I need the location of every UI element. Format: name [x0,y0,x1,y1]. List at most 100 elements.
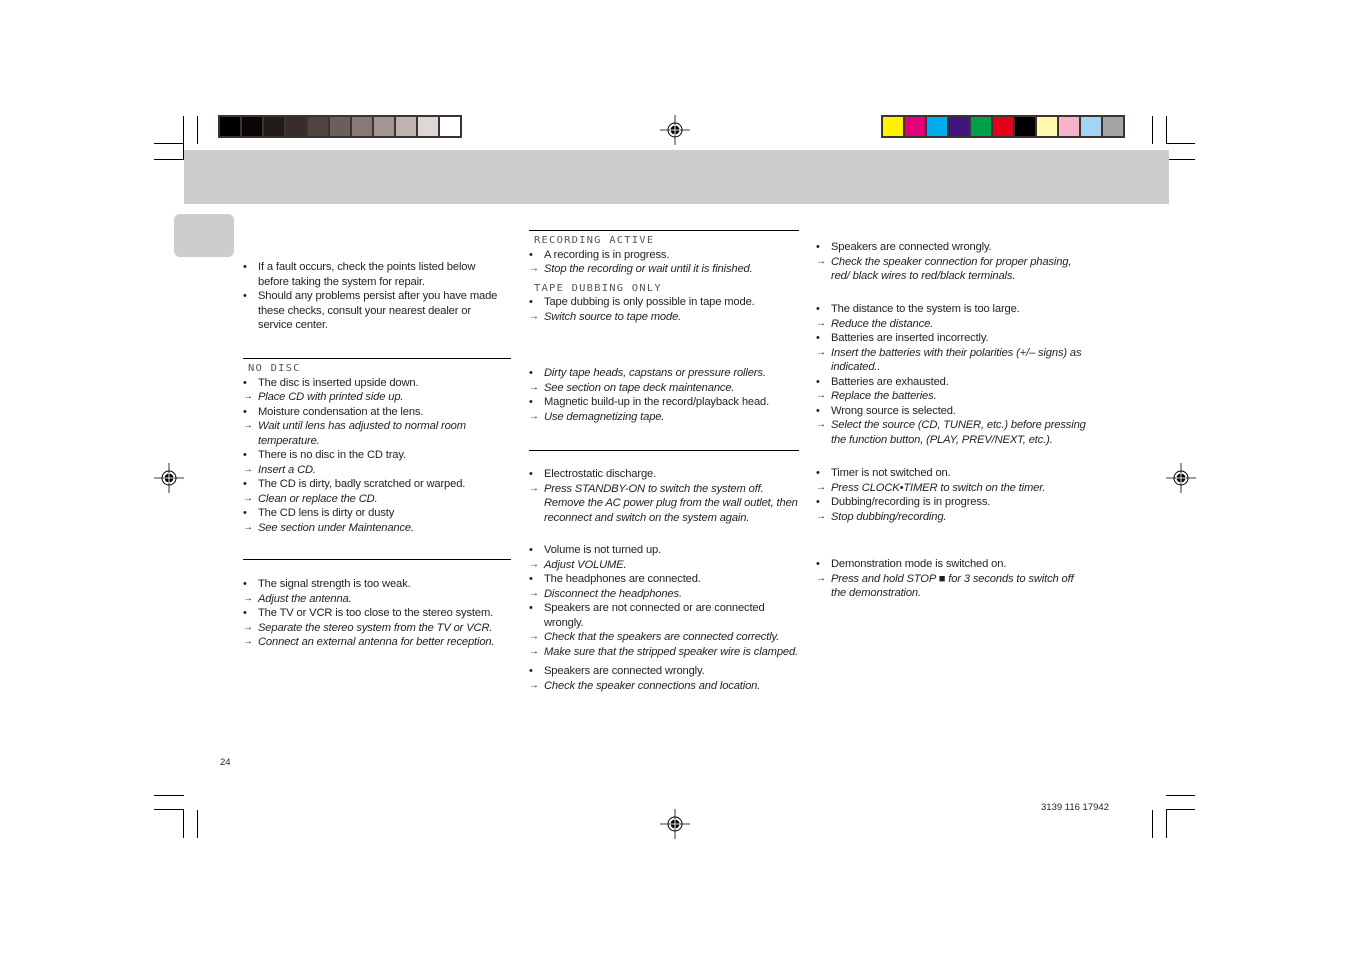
color-swatch-0 [883,117,903,136]
document-code: 3139 116 17942 [1041,802,1109,813]
arrow-icon: → [816,572,826,584]
problem-item: • Batteries are exhausted. [816,375,1088,390]
bullet-icon: • [816,375,820,388]
crop-mark-tr-v1 [1152,116,1153,144]
crop-mark-bl-h1 [154,795,184,796]
problem-item: • Magnetic build-up in the record/playbac… [529,395,799,410]
gray-swatch-1 [242,117,262,136]
problem-text: The disc is inserted upside down. [258,376,419,389]
problem-item: • If a fault occurs, check the points lis… [243,260,508,289]
problem-text: Should any problems persist after you ha… [258,290,498,331]
problem-text: Electrostatic discharge. [544,468,657,480]
solution-item: → Insert a CD. [243,463,511,478]
section-radio: • The signal strength is too weak. → Adjust… [243,559,511,650]
crop-mark-tl-v2 [197,116,198,144]
bullet-icon: • [816,404,820,417]
problem-item: • Batteries are inserted incorrectly. [816,331,1088,346]
solution-item: → Check the speaker connections and locat… [529,679,799,694]
color-swatch-5 [993,117,1013,136]
page-number: 24 [220,757,231,768]
arrow-icon: → [243,521,253,533]
problem-text: The distance to the system is too large. [831,303,1020,315]
bullet-icon: • [529,367,533,379]
solution-text: Connect an external antenna for better r… [258,636,495,648]
color-swatch-10 [1103,117,1123,136]
bullet-icon: • [529,396,533,408]
solution-text: Adjust VOLUME. [544,558,627,571]
solution-item: → See section under Maintenance. [243,521,511,536]
gray-swatch-3 [286,117,306,136]
bullet-icon: • [816,332,820,344]
arrow-icon: → [816,419,826,430]
registration-mark-right-icon [1166,463,1196,493]
section-recording: RECORDING ACTIVE • A recording is in prog… [529,230,799,324]
color-swatch-7 [1037,117,1057,136]
problem-item: • Timer is not switched on. [816,466,1088,481]
solution-item: → Separate the stereo system from the TV … [243,621,511,636]
problem-text: The TV or VCR is too close to the stereo… [258,607,494,619]
problem-item: • Wrong source is selected. [816,404,1088,419]
solution-text: Clean or replace the CD. [258,492,378,505]
arrow-icon: → [243,592,253,604]
solution-text: Separate the stereo system from the TV o… [258,621,493,634]
bullet-icon: • [816,558,820,570]
problem-item: • Moisture condensation at the lens. [243,405,511,420]
problem-text: The CD is dirty, badly scratched or warp… [258,478,466,490]
crop-mark-tr-v2 [1166,116,1167,144]
problem-text: Demonstration mode is switched on. [831,558,1007,570]
no-sound-issues-list: • Volume is not turned up. → Adjust VOLUME.… [529,543,804,659]
crop-mark-br-h2 [1166,809,1195,810]
solution-item: → Replace the batteries. [816,389,1088,404]
solution-item: → Press and hold STOP ■ for 3 seconds to … [816,572,1088,601]
problem-text: Batteries are exhausted. [831,375,949,388]
problem-text: Dubbing/recording is in progress. [831,496,991,508]
gray-swatch-4 [308,117,328,136]
problem-text: Timer is not switched on. [831,467,951,479]
cd-issues-list: • The disc is inserted upside down. → Place… [243,376,511,536]
solution-text: Insert a CD. [258,463,316,476]
bullet-icon: • [243,261,247,273]
problem-item: • The CD is dirty, badly scratched or war… [243,477,511,492]
solution-item: → Switch source to tape mode. [529,310,799,325]
intro-list: • If a fault occurs, check the points lis… [243,260,508,333]
problem-item: • There is no disc in the CD tray. [243,448,511,463]
section-demo: • Demonstration mode is switched on. → Pres… [816,557,1088,601]
crop-mark-br-v1 [1152,810,1153,838]
intro-section: • If a fault occurs, check the points lis… [243,260,508,333]
problem-item: • Demonstration mode is switched on. [816,557,1088,572]
problem-text: Wrong source is selected. [831,404,956,417]
crop-mark-br-h1 [1166,795,1195,796]
solution-text: Use demagnetizing tape. [544,410,665,423]
solution-item: → Stop the recording or wait until it is … [529,262,799,277]
section-remote: • The distance to the system is too large… [816,302,1088,447]
solution-text: Switch source to tape mode. [544,310,682,323]
solution-text: Check the speaker connections and locati… [544,679,761,692]
solution-text: Check that the speakers are connected co… [544,631,780,643]
display-message: NO DISC [248,362,301,374]
solution-text: Disconnect the headphones. [544,587,682,600]
solution-item: → Connect an external antenna for better … [243,635,511,650]
arrow-icon: → [243,420,253,431]
bullet-icon: • [529,296,533,308]
sound-issues-list: • Speakers are connected wrongly. → Check t… [529,664,799,693]
solution-item: → Use demagnetizing tape. [529,410,799,425]
solution-item: → Select the source (CD, TUNER, etc.) bef… [816,418,1088,447]
solution-item: → Adjust the antenna. [243,592,511,607]
problem-text: Volume is not turned up. [544,544,662,556]
solution-text: Select the source (CD, TUNER, etc.) befo… [831,419,1086,446]
problem-item: • The distance to the system is too large… [816,302,1088,317]
color-swatch-8 [1059,117,1079,136]
section-cd: NO DISC • The disc is inserted upside dow… [243,358,511,535]
section-rule [529,450,799,451]
gray-swatch-6 [352,117,372,136]
arrow-icon: → [529,558,539,570]
arrow-icon: → [529,482,539,494]
problem-text: Speakers are not connected or are connec… [544,602,765,629]
solution-text: Wait until lens has adjusted to normal r… [258,420,466,447]
solution-item: → Press STANDBY-ON to switch the system o… [529,482,799,526]
section-timer: • Timer is not switched on. → Press CLOCK•T… [816,466,1088,524]
dubbing-issues-list: • Tape dubbing is only possible in tape m… [529,295,799,324]
solution-text: Stop dubbing/recording. [831,510,947,523]
problem-text: A recording is in progress. [544,248,670,261]
solution-item: → Stop dubbing/recording. [816,510,1088,525]
